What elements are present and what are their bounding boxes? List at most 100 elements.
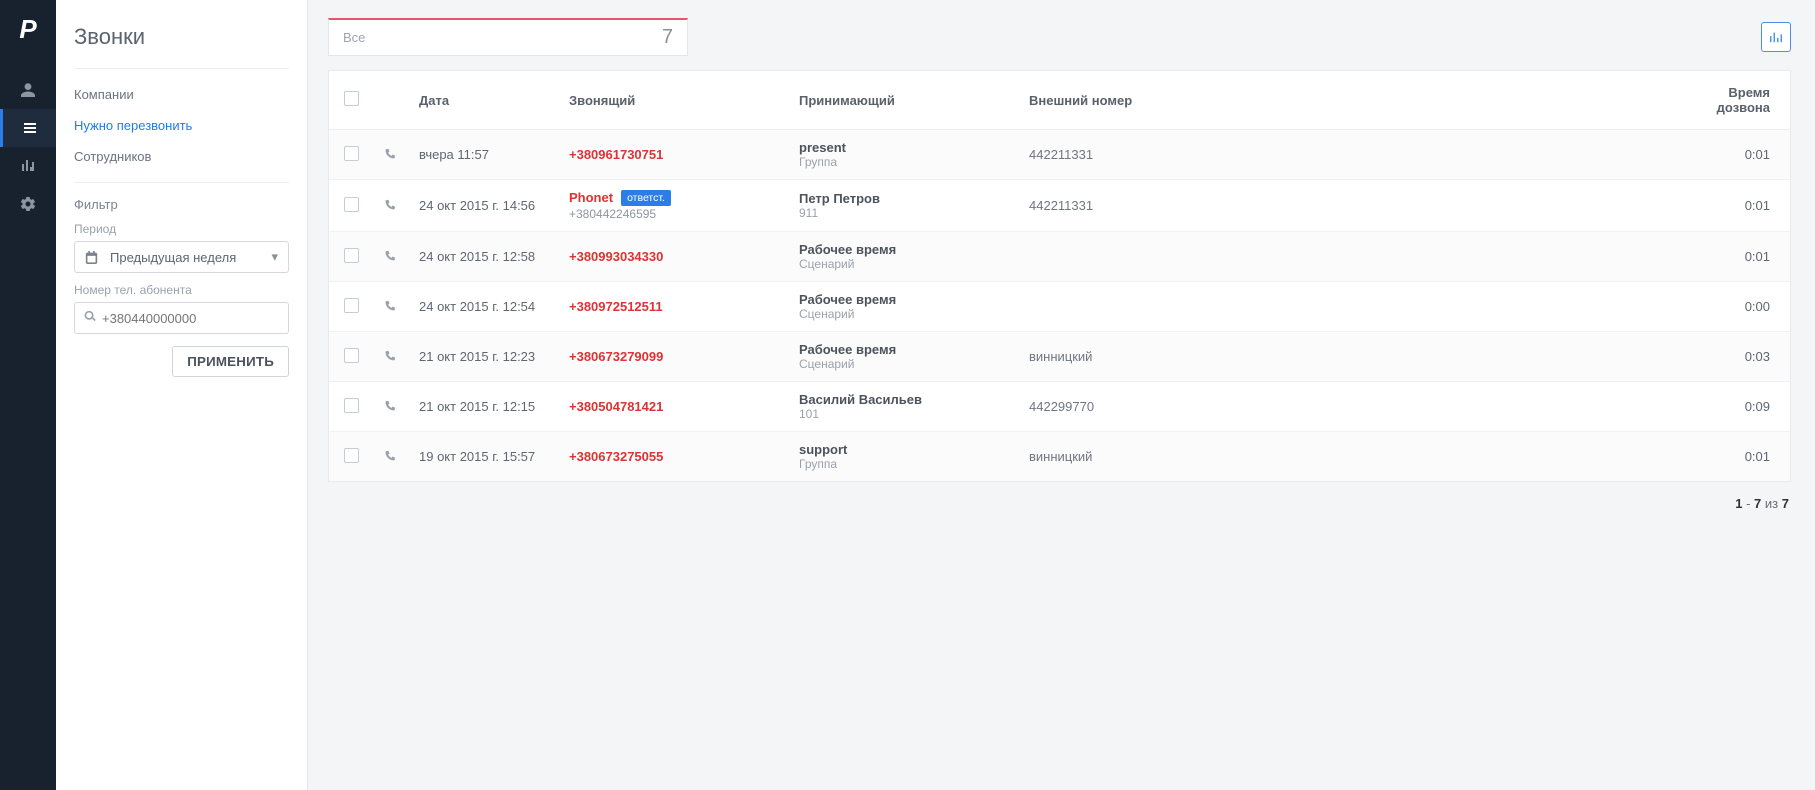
- th-date: Дата: [409, 71, 559, 130]
- sidebar-link-companies[interactable]: Компании: [74, 79, 289, 110]
- phone-icon: [383, 398, 398, 413]
- row-checkbox[interactable]: [344, 248, 359, 263]
- duration: 0:01: [1680, 432, 1790, 482]
- caller-name[interactable]: Phonet: [569, 190, 613, 205]
- caller-number[interactable]: +380504781421: [569, 399, 663, 414]
- phone-icon: [383, 348, 398, 363]
- filter-heading: Фильтр: [74, 197, 289, 212]
- nav-stats-icon[interactable]: [0, 147, 56, 185]
- table-row: 21 окт 2015 г. 12:23 +380673279099 Рабочее…: [329, 332, 1790, 382]
- table-row: 24 окт 2015 г. 12:58 +380993034330 Рабочее…: [329, 232, 1790, 282]
- cell-date: вчера 11:57: [409, 130, 559, 180]
- phone-icon: [383, 448, 398, 463]
- table-row: 24 окт 2015 г. 12:54 +380972512511 Рабочее…: [329, 282, 1790, 332]
- calendar-icon: [85, 251, 98, 264]
- filter-sidebar: Звонки Компании Нужно перезвонить Сотруд…: [56, 0, 308, 790]
- external-number: винницкий: [1019, 332, 1239, 382]
- calls-table: Дата Звонящий Принимающий Внешний номер …: [328, 70, 1791, 482]
- nav-settings-icon[interactable]: [0, 185, 56, 223]
- external-number: 442211331: [1019, 130, 1239, 180]
- receiver-sub: 101: [799, 407, 1009, 421]
- external-number: 442211331: [1019, 180, 1239, 232]
- th-receiver: Принимающий: [789, 71, 1019, 130]
- duration: 0:03: [1680, 332, 1790, 382]
- caller-number[interactable]: +380972512511: [569, 299, 663, 314]
- receiver-name: Петр Петров: [799, 191, 1009, 206]
- table-row: вчера 11:57+380961730751presentГруппа442…: [329, 130, 1790, 180]
- topbar: Все 7: [308, 0, 1815, 70]
- caller-sub: +380442246595: [569, 207, 779, 221]
- th-duration: Время дозвона: [1680, 71, 1790, 130]
- sidebar-link-callback[interactable]: Нужно перезвонить: [74, 110, 289, 141]
- receiver-sub: 911: [799, 206, 1009, 220]
- row-checkbox[interactable]: [344, 398, 359, 413]
- phone-label: Номер тел. абонента: [74, 283, 289, 297]
- receiver-sub: Сценарий: [799, 307, 1009, 321]
- duration: 0:01: [1680, 232, 1790, 282]
- period-value: Предыдущая неделя: [110, 250, 236, 265]
- tab-count: 7: [662, 26, 673, 49]
- table-row: 19 окт 2015 г. 15:57 +380673275055 support…: [329, 432, 1790, 482]
- nav-user-icon[interactable]: [0, 71, 56, 109]
- caller-number[interactable]: +380673279099: [569, 349, 663, 364]
- caller-number[interactable]: +380993034330: [569, 249, 663, 264]
- duration: 0:01: [1680, 130, 1790, 180]
- pagination: 1 - 7 из 7: [308, 482, 1815, 525]
- th-external: Внешний номер: [1019, 71, 1239, 130]
- nav-list-icon[interactable]: [0, 109, 56, 147]
- duration: 0:00: [1680, 282, 1790, 332]
- row-checkbox[interactable]: [344, 298, 359, 313]
- cell-date: 24 окт 2015 г. 12:58: [409, 232, 559, 282]
- external-number: [1019, 232, 1239, 282]
- receiver-sub: Группа: [799, 155, 1009, 169]
- receiver-name: Рабочее время: [799, 242, 1009, 257]
- cell-date: 21 окт 2015 г. 12:23: [409, 332, 559, 382]
- main-area: Все 7 Дата Звонящий Принимающий Внешний …: [308, 0, 1815, 790]
- phone-icon: [383, 197, 398, 212]
- cell-date: 21 окт 2015 г. 12:15: [409, 382, 559, 432]
- duration: 0:09: [1680, 382, 1790, 432]
- row-checkbox[interactable]: [344, 348, 359, 363]
- caller-number[interactable]: +380673275055: [569, 449, 663, 464]
- page-title: Звонки: [74, 24, 289, 50]
- phone-input[interactable]: [102, 311, 280, 326]
- period-select[interactable]: Предыдущая неделя ▾: [74, 241, 289, 273]
- row-checkbox[interactable]: [344, 146, 359, 161]
- phone-icon: [383, 146, 398, 161]
- external-number: 442299770: [1019, 382, 1239, 432]
- caller-number[interactable]: +380961730751: [569, 147, 663, 162]
- receiver-sub: Сценарий: [799, 357, 1009, 371]
- receiver-name: Рабочее время: [799, 342, 1009, 357]
- table-row: 24 окт 2015 г. 14:56 Phonet ответст.+38044…: [329, 180, 1790, 232]
- receiver-name: Василий Васильев: [799, 392, 1009, 407]
- phone-input-wrap: [74, 302, 289, 334]
- apply-button[interactable]: ПРИМЕНИТЬ: [172, 346, 289, 377]
- receiver-name: Рабочее время: [799, 292, 1009, 307]
- sidebar-link-employees[interactable]: Сотрудников: [74, 141, 289, 172]
- chevron-down-icon: ▾: [271, 249, 278, 265]
- select-all-checkbox[interactable]: [344, 91, 359, 106]
- row-checkbox[interactable]: [344, 448, 359, 463]
- row-checkbox[interactable]: [344, 197, 359, 212]
- receiver-sub: Сценарий: [799, 257, 1009, 271]
- phone-icon: [383, 248, 398, 263]
- responsible-tag: ответст.: [621, 190, 671, 206]
- nav-rail: P: [0, 0, 56, 790]
- receiver-name: support: [799, 442, 1009, 457]
- stats-button[interactable]: [1761, 22, 1791, 52]
- tab-label: Все: [343, 30, 365, 45]
- duration: 0:01: [1680, 180, 1790, 232]
- cell-date: 19 окт 2015 г. 15:57: [409, 432, 559, 482]
- external-number: [1019, 282, 1239, 332]
- cell-date: 24 окт 2015 г. 12:54: [409, 282, 559, 332]
- period-label: Период: [74, 222, 289, 236]
- cell-date: 24 окт 2015 г. 14:56: [409, 180, 559, 232]
- tab-all[interactable]: Все 7: [328, 18, 688, 56]
- external-number: винницкий: [1019, 432, 1239, 482]
- table-row: 21 окт 2015 г. 12:15 +380504781421 Василий…: [329, 382, 1790, 432]
- phone-icon: [383, 298, 398, 313]
- search-icon: [83, 310, 96, 326]
- receiver-sub: Группа: [799, 457, 1009, 471]
- th-caller: Звонящий: [559, 71, 789, 130]
- app-logo: P: [19, 14, 36, 45]
